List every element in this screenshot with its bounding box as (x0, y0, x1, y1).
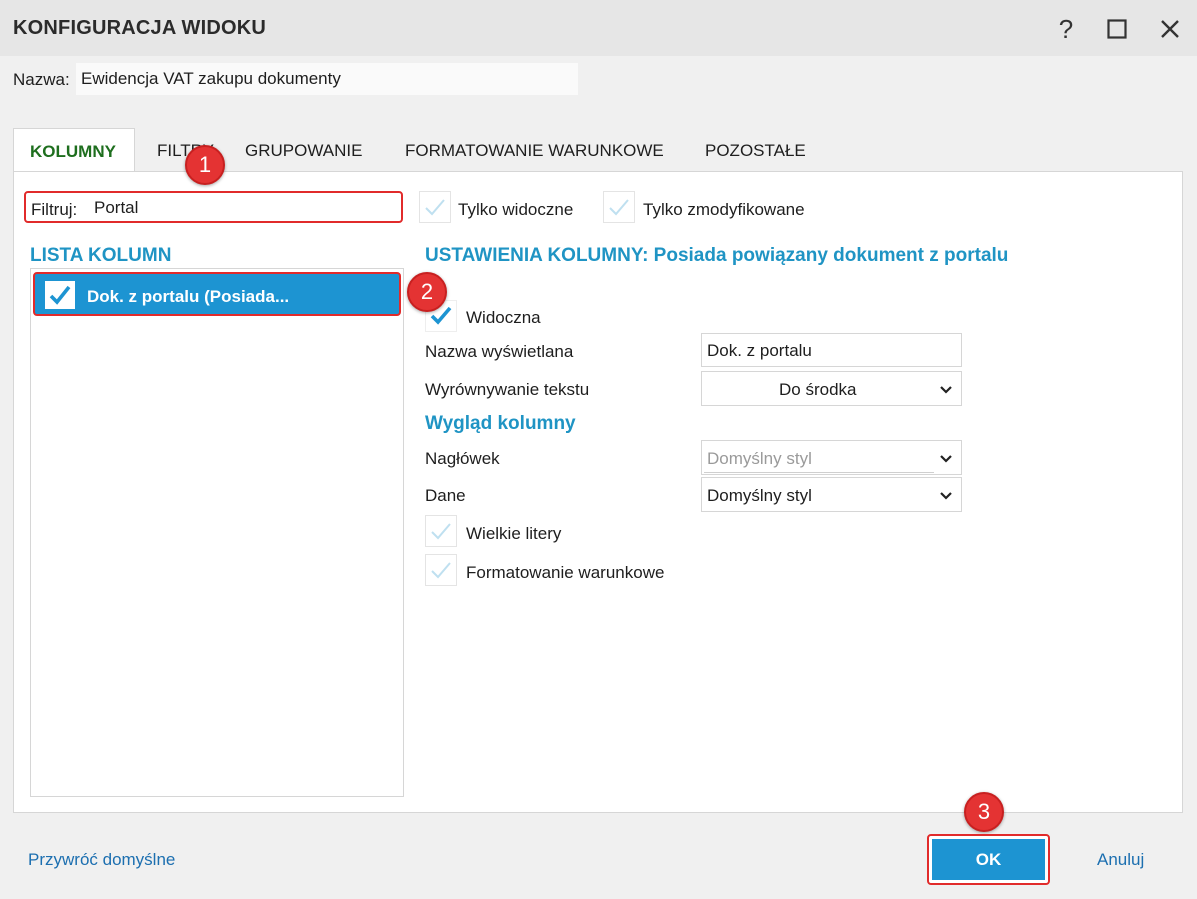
chevron-down-icon (940, 492, 952, 500)
display-name-label: Nazwa wyświetlana (425, 342, 574, 361)
ok-button[interactable]: OK (927, 834, 1050, 885)
only-modified-checkbox[interactable] (603, 191, 635, 223)
data-style-value: Domyślny styl (707, 486, 812, 505)
tab-formatowanie-warunkowe[interactable]: FORMATOWANIE WARUNKOWE (405, 128, 664, 172)
data-style-select[interactable]: Domyślny styl (701, 477, 962, 512)
list-item-checkbox[interactable] (45, 281, 75, 309)
tab-kolumny[interactable]: KOLUMNY (13, 128, 135, 172)
check-icon (431, 523, 451, 540)
restore-defaults-link[interactable]: Przywróć domyślne (28, 850, 175, 870)
uppercase-label: Wielkie litery (466, 524, 562, 543)
name-input[interactable]: Ewidencja VAT zakupu dokumenty (76, 63, 578, 95)
visible-label: Widoczna (466, 308, 541, 327)
chevron-down-icon (940, 386, 952, 394)
name-label: Nazwa: (13, 70, 70, 89)
tab-grupowanie[interactable]: GRUPOWANIE (245, 128, 362, 172)
header-style-value: Domyślny styl (707, 449, 812, 468)
conditional-formatting-checkbox[interactable] (425, 554, 457, 586)
filter-label: Filtruj: (31, 200, 78, 219)
check-icon (609, 199, 629, 216)
check-icon (425, 199, 445, 216)
list-item-label: Dok. z portalu (Posiada... (87, 287, 290, 306)
step-badge-3: 3 (964, 792, 1004, 832)
column-settings-title: USTAWIENIA KOLUMNY: Posiada powiązany do… (425, 245, 1009, 266)
help-button[interactable]: ? (1049, 12, 1083, 46)
close-button[interactable] (1153, 12, 1187, 46)
column-list-title: LISTA KOLUMN (30, 245, 172, 266)
header-style-underline (704, 472, 934, 473)
data-style-label: Dane (425, 486, 466, 505)
filter-input[interactable]: Portal (90, 195, 400, 219)
alignment-label: Wyrównywanie tekstu (425, 380, 590, 399)
title-bar: KONFIGURACJA WIDOKU ? (0, 0, 1197, 56)
alignment-select[interactable]: Do środka (701, 371, 962, 406)
tab-pozostale[interactable]: POZOSTAŁE (705, 128, 806, 172)
maximize-button[interactable] (1100, 12, 1134, 46)
ok-button-label: OK (932, 839, 1045, 880)
filter-box: Filtruj: Portal (24, 191, 403, 223)
list-item[interactable]: Dok. z portalu (Posiada... (33, 272, 401, 316)
cancel-link[interactable]: Anuluj (1097, 850, 1144, 870)
header-style-select[interactable]: Domyślny styl (701, 440, 962, 475)
step-badge-1: 1 (185, 145, 225, 185)
uppercase-checkbox[interactable] (425, 515, 457, 547)
window-title: KONFIGURACJA WIDOKU (13, 17, 267, 39)
header-style-label: Nagłówek (425, 449, 500, 468)
only-visible-label: Tylko widoczne (458, 200, 574, 219)
help-icon: ? (1058, 13, 1074, 44)
only-modified-label: Tylko zmodyfikowane (643, 200, 805, 219)
close-icon (1161, 20, 1179, 38)
only-visible-checkbox[interactable] (419, 191, 451, 223)
chevron-down-icon (940, 455, 952, 463)
conditional-formatting-label: Formatowanie warunkowe (466, 563, 665, 582)
alignment-value: Do środka (779, 380, 857, 399)
check-icon (431, 562, 451, 579)
check-icon (49, 285, 71, 305)
maximize-icon (1107, 19, 1127, 39)
step-badge-2: 2 (407, 272, 447, 312)
display-name-input[interactable]: Dok. z portalu (701, 333, 962, 367)
column-list[interactable] (30, 268, 404, 797)
appearance-title: Wygląd kolumny (425, 413, 576, 434)
